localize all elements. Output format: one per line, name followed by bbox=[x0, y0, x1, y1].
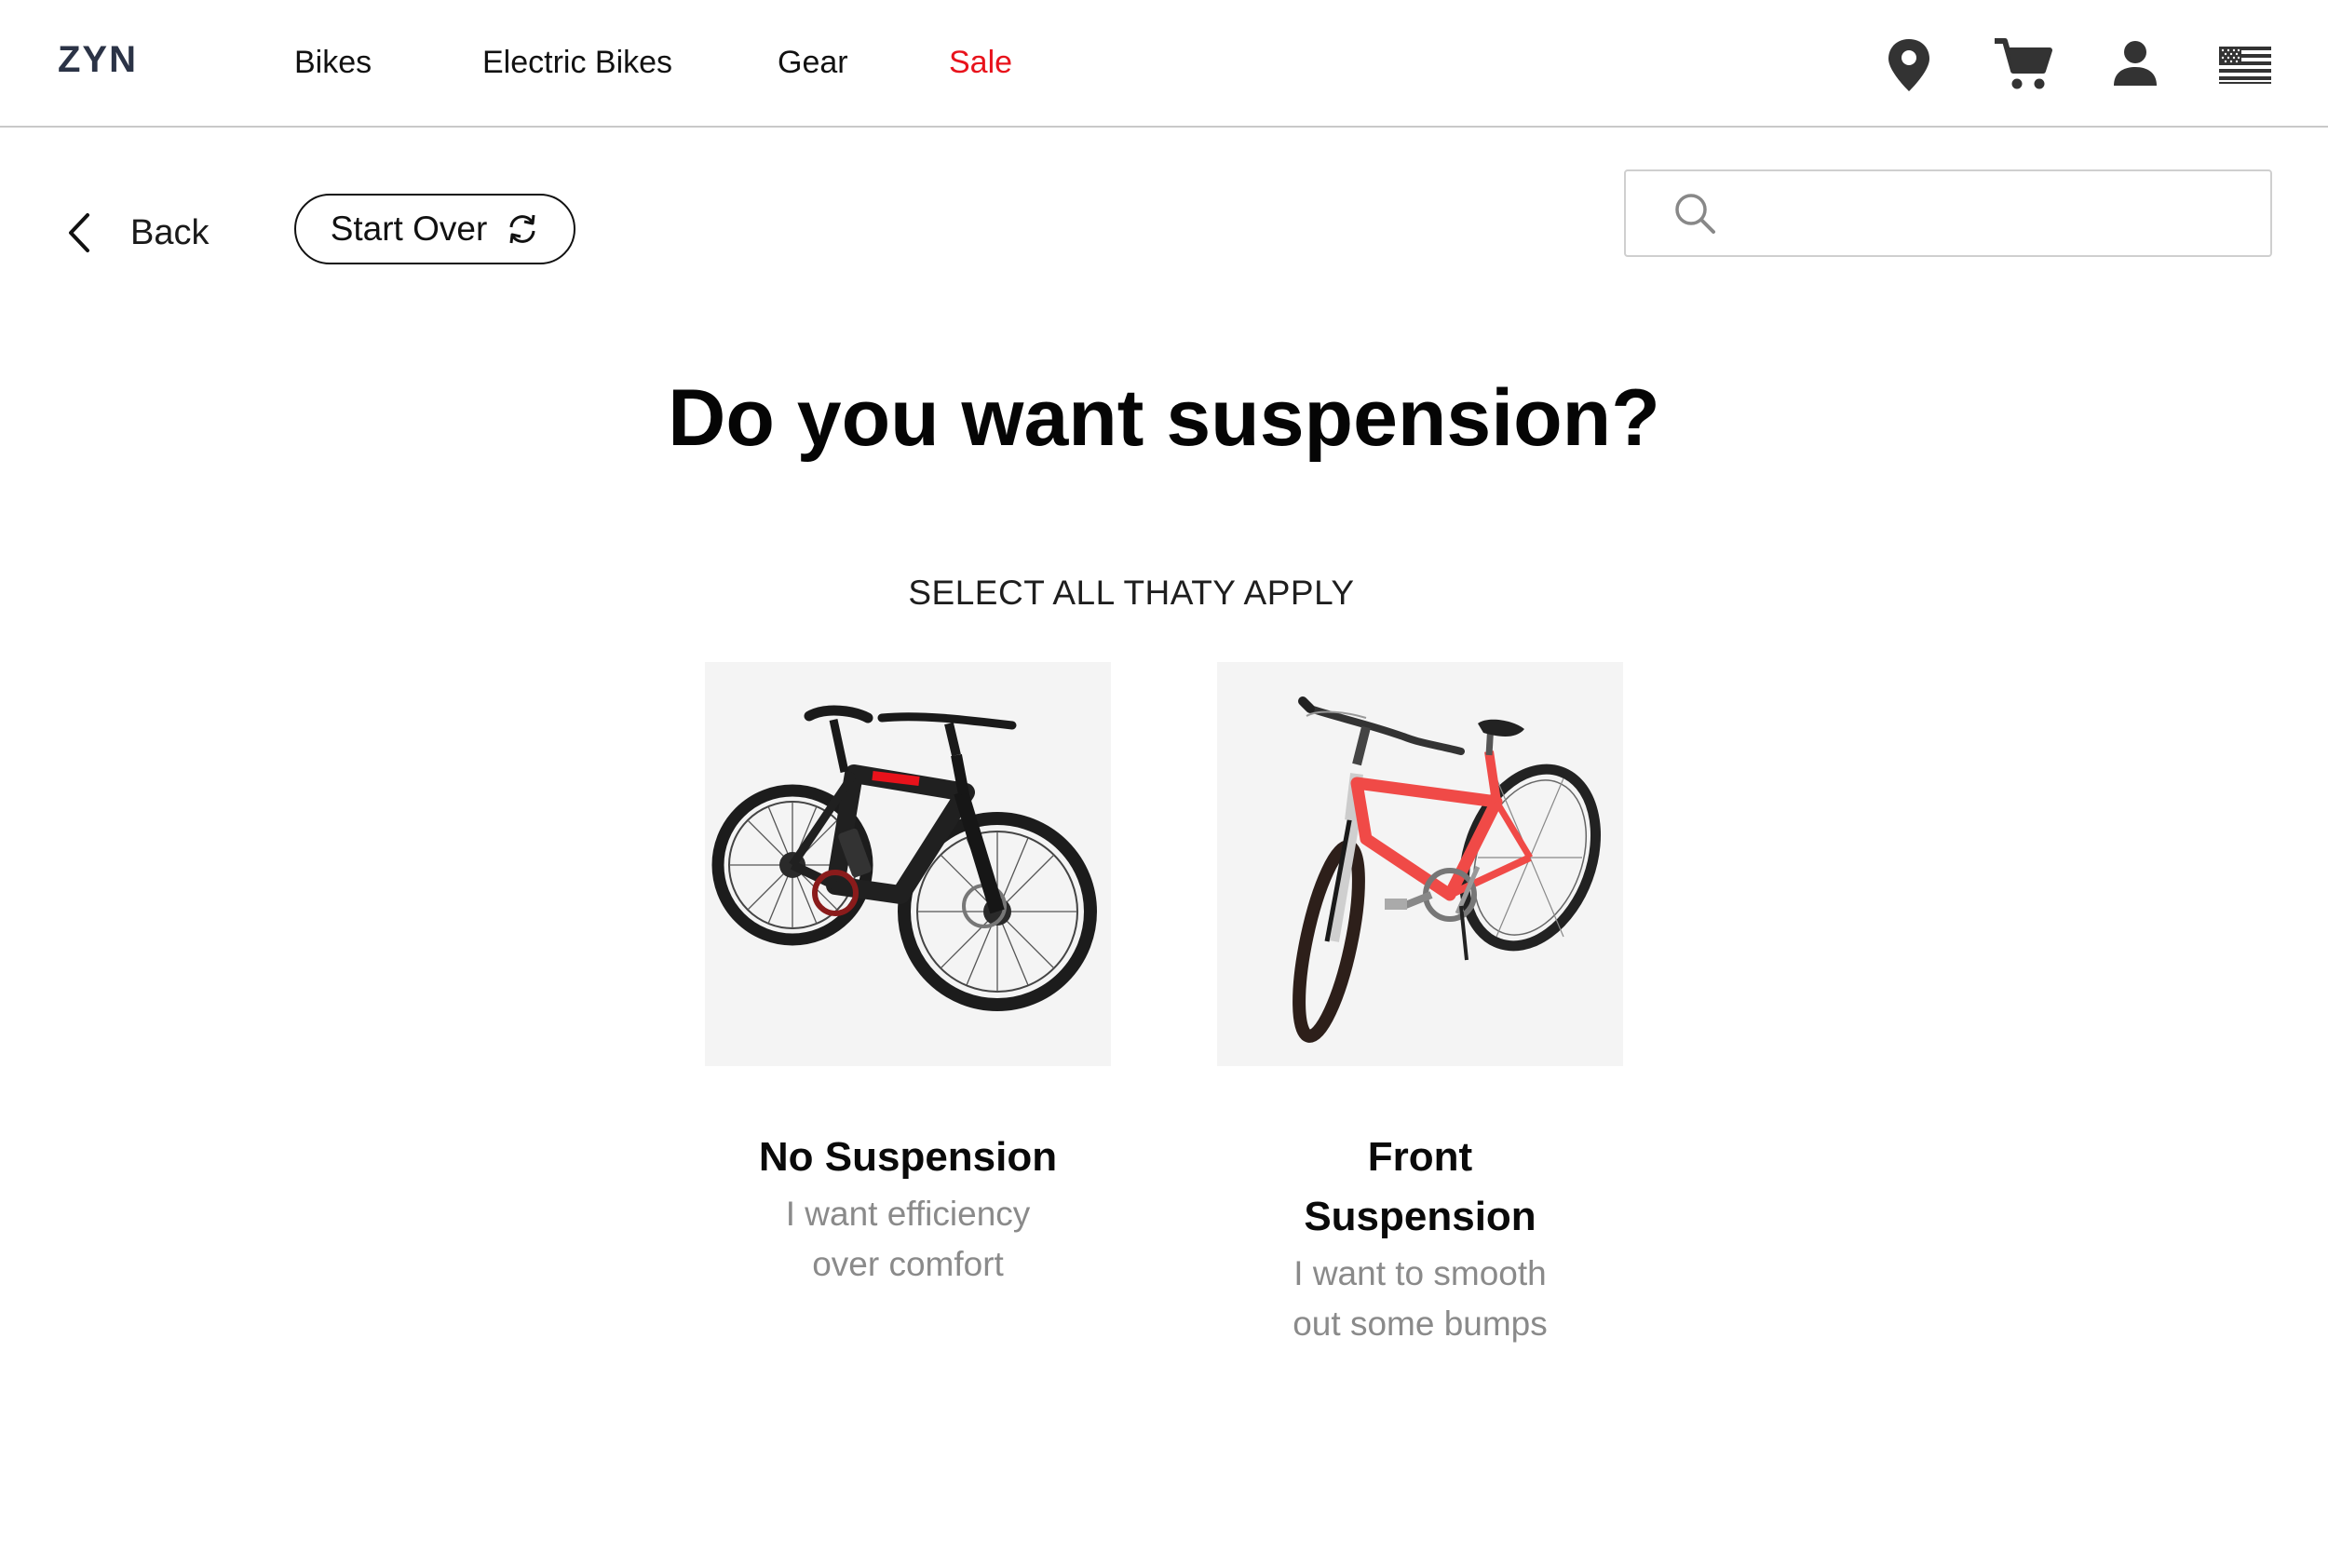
option-description-line: out some bumps bbox=[1293, 1304, 1548, 1343]
option-title-line: Suspension bbox=[1304, 1194, 1536, 1239]
question-title: Do you want suspension? bbox=[668, 373, 1660, 463]
us-flag-icon[interactable] bbox=[2219, 47, 2271, 84]
nav-bikes[interactable]: Bikes bbox=[294, 45, 372, 81]
search-box[interactable] bbox=[1624, 169, 2272, 257]
cart-icon[interactable] bbox=[1993, 37, 2052, 91]
back-label: Back bbox=[130, 212, 210, 252]
nav-electric-bikes[interactable]: Electric Bikes bbox=[482, 45, 672, 81]
chevron-left-icon bbox=[69, 213, 89, 252]
option-description-line: over comfort bbox=[812, 1245, 1004, 1283]
nav-gear[interactable]: Gear bbox=[778, 45, 848, 81]
top-nav-bar: ZYN Bikes Electric Bikes Gear Sale bbox=[0, 0, 2328, 128]
option-description-line: I want to smooth bbox=[1293, 1254, 1547, 1292]
option-title-line: Front bbox=[1367, 1134, 1473, 1180]
start-over-button[interactable]: Start Over bbox=[294, 194, 575, 264]
option-title: Front Suspension bbox=[1217, 1128, 1623, 1247]
location-pin-icon[interactable] bbox=[1885, 37, 1933, 93]
black-mountain-bike-image bbox=[705, 662, 1111, 1066]
select-instruction: SELECT ALL THATY APPLY bbox=[908, 574, 1355, 612]
option-description-line: I want efficiency bbox=[785, 1195, 1031, 1233]
brand-logo[interactable]: ZYN bbox=[58, 39, 138, 81]
option-description: I want efficiency over comfort bbox=[705, 1189, 1111, 1290]
option-title: No Suspension bbox=[758, 1134, 1058, 1180]
option-no-suspension[interactable]: No Suspension I want efficiency over com… bbox=[705, 662, 1111, 1290]
red-hybrid-bike-image bbox=[1217, 662, 1623, 1066]
back-button[interactable]: Back bbox=[65, 205, 209, 261]
user-icon[interactable] bbox=[2112, 39, 2159, 88]
refresh-icon bbox=[509, 214, 535, 244]
search-icon bbox=[1675, 194, 1715, 234]
search-input[interactable] bbox=[1728, 184, 2252, 242]
option-description: I want to smooth out some bumps bbox=[1217, 1249, 1623, 1349]
start-over-label: Start Over bbox=[330, 210, 488, 248]
option-front-suspension[interactable]: Front Suspension I want to smooth out so… bbox=[1217, 662, 1623, 1349]
nav-sale[interactable]: Sale bbox=[949, 45, 1012, 81]
